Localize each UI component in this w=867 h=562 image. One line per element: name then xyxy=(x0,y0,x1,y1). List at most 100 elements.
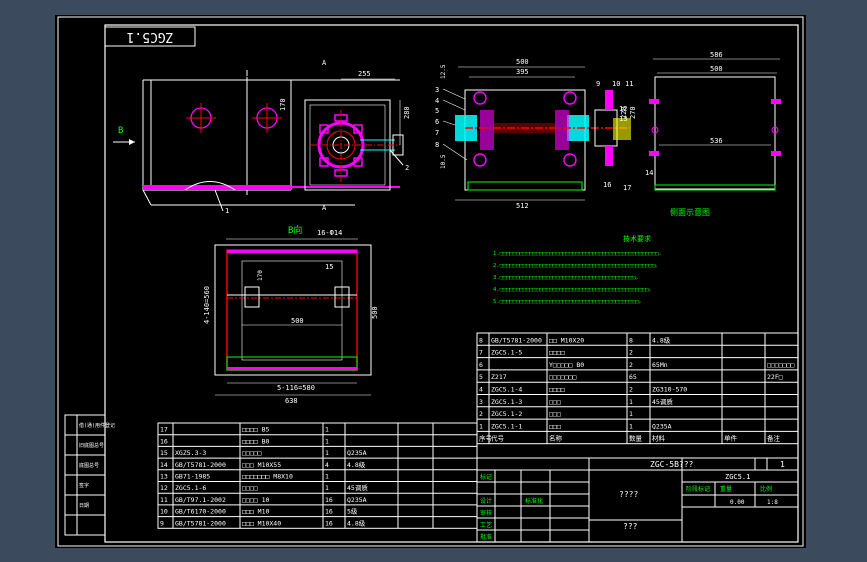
bom-cell: 1 xyxy=(629,398,633,406)
bom-cell: □□□ M10X40 xyxy=(242,519,281,527)
strip-label-3: 底图总号 xyxy=(79,462,99,469)
bom-header-cell: 数量 xyxy=(629,434,643,443)
bom-cell: GB/T5781-2000 xyxy=(175,461,226,469)
bom-cell: 16 xyxy=(325,496,333,504)
tb-label-mark: 标记 xyxy=(480,473,492,481)
bom-cell: □□□ xyxy=(549,410,561,418)
dim-512: 512 xyxy=(516,202,529,210)
tb-label-approve: 批准 xyxy=(480,533,492,541)
bom-cell: 7 xyxy=(479,349,483,357)
shaft-section-view: 500 395 12.5 10.5 512 220 270 3 4 5 6 7 … xyxy=(435,58,653,210)
bom-cell: GB/T5781-2000 xyxy=(491,336,542,344)
tb-label-stage: 阶段标记 xyxy=(686,485,710,493)
bom-cell: ZGC5.1-4 xyxy=(491,386,522,394)
dim-536: 536 xyxy=(710,137,723,145)
balloon-6: 6 xyxy=(435,118,439,126)
balloon-16: 16 xyxy=(603,181,611,189)
bom-cell: 16 xyxy=(325,508,333,516)
bom-cell: □□□ xyxy=(549,422,561,430)
balloon-5: 5 xyxy=(435,107,439,115)
dim-500-top: 500 xyxy=(516,58,529,66)
tech-requirements: 技术要求 1.□□□□□□□□□□□□□□□□□□□□□□□□□□□□□□□□□… xyxy=(493,234,664,305)
tb-label-process: 工艺 xyxy=(480,521,492,529)
scale-value: 1:8 xyxy=(767,499,778,506)
right-view: 586 500 536 侧面示意图 xyxy=(649,51,781,217)
dim-4x140: 4-140=560 xyxy=(203,286,211,324)
dim-500-inner: 500 xyxy=(291,317,304,325)
balloon-3: 3 xyxy=(435,86,439,94)
strip-label-2: 旧底图总号 xyxy=(79,442,104,449)
bom-cell: 2 xyxy=(629,361,633,369)
bom-cell: 15 xyxy=(160,449,168,457)
title-block: ZGC-5B??? 1 ZGC5.1 ???? ??? 0.00 1:8 标记 … xyxy=(476,457,799,543)
bom-cell: 17 xyxy=(160,426,168,434)
bom-cell: 8 xyxy=(479,336,483,344)
bom-cell: 4.8级 xyxy=(347,518,366,527)
bom-cell: 1 xyxy=(325,437,329,445)
bom-cell: 12 xyxy=(160,484,168,492)
bom-table-lower: 17 □□□□ B5 1 16 □□□□ B0 1 15 XGZ5.3-3 □□□□□ 1 Q235… xyxy=(157,422,478,529)
side-strip: 借(通)用件登记 旧底图总号 底图总号 签字 日期 xyxy=(64,414,115,536)
bom-cell: 1 xyxy=(479,422,483,430)
dim-170-b: 170 xyxy=(257,270,264,281)
tech-req-line-5: 5.□□□□□□□□□□□□□□□□□□□□□□□□□□□□□□□□□□□□□□… xyxy=(493,299,644,305)
balloon-14: 14 xyxy=(645,169,653,177)
bom-cell: GB/T5781-2000 xyxy=(175,519,226,527)
dim-170-front: 170 xyxy=(279,98,287,111)
cad-drawing: ZGC5.1 1 B 2 255 170 280 A A 500 395 12.… xyxy=(57,16,804,547)
bom-header-cell: 代号 xyxy=(491,434,505,443)
balloon-13: 13 xyxy=(619,115,627,123)
bom-cell: Q235A xyxy=(347,496,367,504)
bom-cell: 1 xyxy=(325,484,329,492)
dim-10-5: 10.5 xyxy=(440,154,447,169)
part-code: ZGC5.1 xyxy=(725,473,750,481)
bom-cell: 22F□ xyxy=(767,373,783,381)
bom-cell: 1 xyxy=(325,426,329,434)
bom-cell: 16 xyxy=(325,519,333,527)
dim-500-right: 500 xyxy=(710,65,723,73)
tech-req-line-4: 4.□□□□□□□□□□□□□□□□□□□□□□□□□□□□□□□□□□□□□□… xyxy=(493,287,654,293)
bom-header-cell: 备注 xyxy=(767,434,781,443)
tech-req-line-2: 2.□□□□□□□□□□□□□□□□□□□□□□□□□□□□□□□□□□□□□□… xyxy=(493,263,661,269)
bom-cell: □□□□ xyxy=(549,349,565,357)
balloon-9: 9 xyxy=(596,80,600,88)
bom-cell: Q235A xyxy=(347,449,367,457)
sheet-number: 1 xyxy=(780,460,785,469)
bom-cell: □□□ M10 xyxy=(242,508,269,516)
tb-label-design: 设计 xyxy=(480,497,492,505)
tb-label-std: 标准化 xyxy=(525,497,543,505)
balloon-2: 2 xyxy=(405,164,409,172)
strip-label-1: 借(通)用件登记 xyxy=(79,422,115,429)
bom-cell: GB/T97.1-2002 xyxy=(175,496,226,504)
bom-cell: GB/T6170-2000 xyxy=(175,508,226,516)
bom-header-cell: 名称 xyxy=(549,434,563,443)
balloon-8: 8 xyxy=(435,141,439,149)
bom-cell: 4 xyxy=(479,386,483,394)
bom-cell: Y□□□□□ B0 xyxy=(549,361,584,369)
balloon-11: 11 xyxy=(625,80,633,88)
strip-label-5: 日期 xyxy=(79,503,89,509)
bom-cell: 4 xyxy=(325,461,329,469)
dim-638: 638 xyxy=(285,397,298,405)
bom-cell: 2 xyxy=(479,410,483,418)
bom-cell: 1 xyxy=(325,473,329,481)
bom-cell: 4.8级 xyxy=(347,460,366,469)
tech-req-title: 技术要求 xyxy=(623,234,651,243)
bom-cell: □□□□ 10 xyxy=(242,496,269,504)
bom-cell: ZGC5.1-3 xyxy=(491,398,522,406)
bom-cell: ZGC5.1-1 xyxy=(491,422,522,430)
bom-cell: 1 xyxy=(629,410,633,418)
bom-cell: 3 xyxy=(479,398,483,406)
bom-cell: 5 xyxy=(479,373,483,381)
bom-cell: □□□□□□□ xyxy=(549,373,576,381)
dim-280: 280 xyxy=(403,106,411,119)
bom-table-upper: 8 GB/T5781-2000 □□ M10X20 8 4.8级 7 ZGC5.1-5 □□□… xyxy=(476,332,799,445)
bom-cell: 16 xyxy=(160,437,168,445)
dim-12-5: 12.5 xyxy=(440,64,447,79)
code-box-text: ZGC5.1 xyxy=(127,29,174,44)
tech-req-line-3: 3.□□□□□□□□□□□□□□□□□□□□□□□□□□□□□□□□□□□□□□… xyxy=(493,275,641,281)
b-view: B向 16-Ф14 170 15 500 4-140=560 500 5-116… xyxy=(203,224,379,405)
bom-cell: ZGC5.1-5 xyxy=(491,349,522,357)
dim-270: 270 xyxy=(629,106,637,119)
bom-header-cell: 单件 xyxy=(724,434,738,443)
